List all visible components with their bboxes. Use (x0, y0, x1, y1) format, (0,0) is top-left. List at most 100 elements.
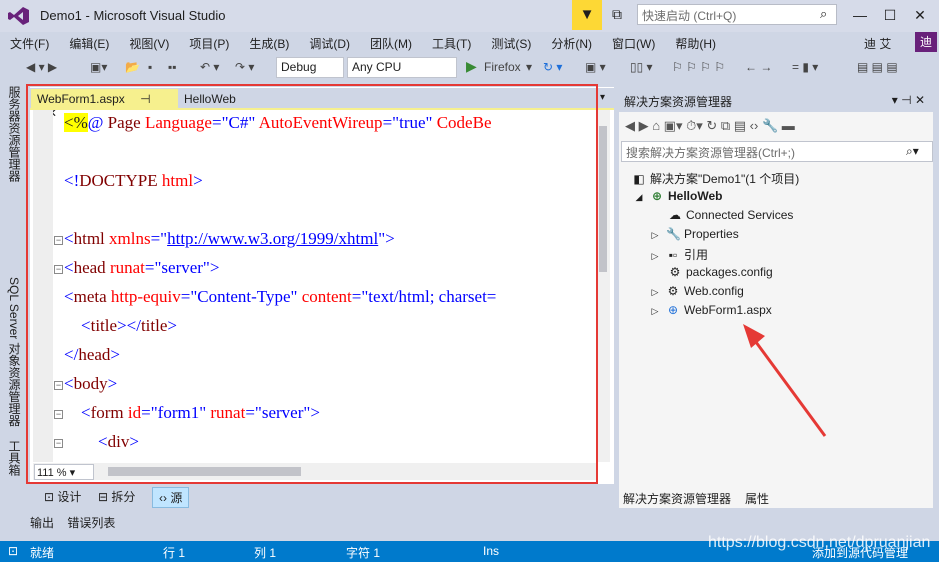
source-view-button[interactable]: ‹› 源 (152, 487, 190, 508)
save-all-icon[interactable]: ▪▪ (168, 60, 177, 74)
tree-item[interactable]: ▷ ⚙ Web.config (648, 284, 744, 298)
project-node[interactable]: ◢ ⊕ HelloWeb (632, 189, 723, 203)
solution-config-select[interactable]: Debug (276, 57, 344, 78)
start-debug-icon[interactable]: ▶ (466, 58, 477, 75)
bookmark-icon[interactable]: ⚐ ⚐ ⚐ ⚐ (672, 60, 725, 74)
tree-item[interactable]: ▷ ▪▫ 引用 (648, 246, 708, 263)
start-browser-label[interactable]: Firefox (484, 60, 521, 74)
editor-vertical-scrollbar[interactable] (596, 110, 610, 462)
web-file-icon: ⊕ (667, 303, 679, 317)
notifications-icon[interactable]: ⧉ (612, 6, 622, 23)
tree-item[interactable]: ▷ 🔧 Properties (648, 227, 739, 241)
menu-bar: 文件(F) 编辑(E) 视图(V) 项目(P) 生成(B) 调试(D) 团队(M) 工具(T)… (0, 32, 939, 54)
item-label: packages.config (686, 265, 773, 279)
scroll-thumb[interactable] (599, 126, 607, 272)
status-icon: ⊡ (8, 544, 19, 558)
annotation-highlight-box (26, 84, 598, 484)
close-button[interactable]: ✕ (900, 2, 939, 28)
navigate-back-icon[interactable]: ◀ ▾ ▶ (26, 60, 57, 74)
layout-icon[interactable]: ▯▯ ▾ (630, 60, 653, 74)
menu-item[interactable]: 分析(N) (551, 35, 592, 52)
menu-item[interactable]: 帮助(H) (675, 35, 716, 52)
menu-item[interactable]: 窗口(W) (612, 35, 655, 52)
sql-server-explorer-tab[interactable]: SQL Server 对象资源管理器 (6, 277, 23, 427)
item-label: Connected Services (686, 208, 794, 222)
watermark: https://blog.csdn.net/dpruanjian (708, 534, 931, 551)
open-icon[interactable]: 📂 (125, 60, 140, 74)
save-icon[interactable]: ▪ (148, 60, 152, 74)
toolbar-misc-icon[interactable]: = ▮ ▾ (792, 60, 818, 74)
expand-icon[interactable]: ▷ (648, 287, 662, 298)
navigation-arrows-icon[interactable]: ← → (745, 60, 772, 74)
browse-icon[interactable]: ▣ ▾ (585, 60, 606, 74)
tab-solution-explorer[interactable]: 解决方案资源管理器 (619, 488, 736, 508)
output-tab[interactable]: 输出 (30, 516, 54, 530)
expand-icon[interactable]: ▷ (648, 251, 662, 262)
panel-controls-icon[interactable]: ▾ ⊣ ✕ (892, 93, 925, 107)
split-view-button[interactable]: ⊟ 拆分 (92, 487, 141, 506)
window-title: Demo1 - Microsoft Visual Studio (40, 8, 226, 23)
menu-item[interactable]: 测试(S) (491, 35, 531, 52)
annotation-arrow (743, 324, 827, 437)
user-name[interactable]: 迪 艾 (864, 35, 891, 52)
tab-properties[interactable]: 属性 (741, 488, 773, 508)
menu-item[interactable]: 编辑(E) (69, 35, 109, 52)
panel-title: 解决方案资源管理器 (624, 95, 733, 109)
se-toolbar-icons[interactable]: ◀ ▶ ⌂ ▣▾ ⏱▾ ↻ ⧉ ▤ ‹› 🔧 ▬ (625, 118, 795, 134)
error-list-tab[interactable]: 错误列表 (67, 516, 115, 530)
menu-item[interactable]: 视图(V) (129, 35, 169, 52)
status-row: 行 1 (163, 546, 186, 560)
solution-icon: ◧ (633, 172, 645, 186)
project-label: HelloWeb (668, 189, 723, 203)
tree-item[interactable]: ▷ ⊕ WebForm1.aspx (648, 303, 772, 317)
references-icon: ▪▫ (668, 248, 678, 262)
visual-studio-logo-icon (8, 7, 29, 25)
menu-item[interactable]: 工具(T) (432, 35, 471, 52)
tab-overflow-icon[interactable]: ▾ (600, 92, 605, 103)
left-tool-tabs: 服务器资源管理器 SQL Server 对象资源管理器 工具箱 (0, 82, 26, 502)
view-mode-bar: ⊡ 设计 ⊟ 拆分 ‹› 源 (30, 484, 614, 508)
item-label: WebForm1.aspx (684, 303, 772, 317)
solution-explorer-tabs: 解决方案资源管理器 属性 (619, 488, 933, 508)
browser-dropdown-icon[interactable]: ▾ (526, 60, 532, 74)
status-ready: 就绪 (30, 546, 55, 560)
output-tabs: 输出 错误列表 (30, 514, 115, 531)
config-file-icon: ⚙ (667, 284, 679, 298)
item-label: Web.config (684, 284, 744, 298)
menu-item[interactable]: 项目(P) (189, 35, 229, 52)
item-label: 引用 (684, 248, 709, 262)
menu-item[interactable]: 调试(D) (309, 35, 350, 52)
solution-platform-select[interactable]: Any CPU (347, 57, 457, 78)
server-explorer-tab[interactable]: 服务器资源管理器 (6, 86, 23, 182)
avatar[interactable]: 迪 (915, 32, 937, 52)
feedback-filter-icon[interactable]: ▼ (572, 0, 602, 30)
undo-icon[interactable]: ↶ ▾ (200, 60, 219, 74)
connected-services-icon: ☁ (669, 208, 681, 222)
solution-node[interactable]: ◧ 解决方案"Demo1"(1 个项目) (632, 170, 799, 187)
redo-icon[interactable]: ↷ ▾ (235, 60, 254, 74)
status-mode: Ins (483, 544, 500, 558)
search-icon: ⌕▾ (906, 144, 919, 158)
search-icon: ⌕ (820, 6, 828, 21)
menu-item[interactable]: 生成(B) (249, 35, 289, 52)
expand-icon[interactable]: ▷ (648, 306, 662, 317)
solution-explorer-header: 解决方案资源管理器 ▾ ⊣ ✕ (619, 90, 933, 112)
design-view-button[interactable]: ⊡ 设计 (38, 487, 87, 506)
toolbox-tab[interactable]: 工具箱 (6, 440, 23, 476)
tree-item[interactable]: ⚙ packages.config (668, 265, 773, 279)
solution-explorer-toolbar: ◀ ▶ ⌂ ▣▾ ⏱▾ ↻ ⧉ ▤ ‹› 🔧 ▬ (619, 114, 933, 140)
status-char: 字符 1 (346, 546, 381, 560)
quick-launch-input[interactable]: 快速启动 (Ctrl+Q) (637, 4, 837, 25)
comment-icon[interactable]: ▤ ▤ ▤ (857, 60, 898, 74)
expand-icon[interactable]: ▷ (648, 230, 662, 241)
config-file-icon: ⚙ (669, 265, 681, 279)
split-label: 拆分 (111, 490, 136, 504)
tree-item[interactable]: ☁ Connected Services (668, 208, 793, 222)
new-project-icon[interactable]: ▣▾ (90, 60, 107, 74)
menu-item[interactable]: 文件(F) (10, 35, 49, 52)
menu-item[interactable]: 团队(M) (370, 35, 412, 52)
refresh-icon[interactable]: ↻ ▾ (543, 60, 562, 74)
collapse-icon[interactable]: ◢ (632, 192, 646, 203)
item-label: Properties (684, 227, 739, 241)
solution-search-input[interactable]: 搜索解决方案资源管理器(Ctrl+;) (621, 141, 933, 162)
